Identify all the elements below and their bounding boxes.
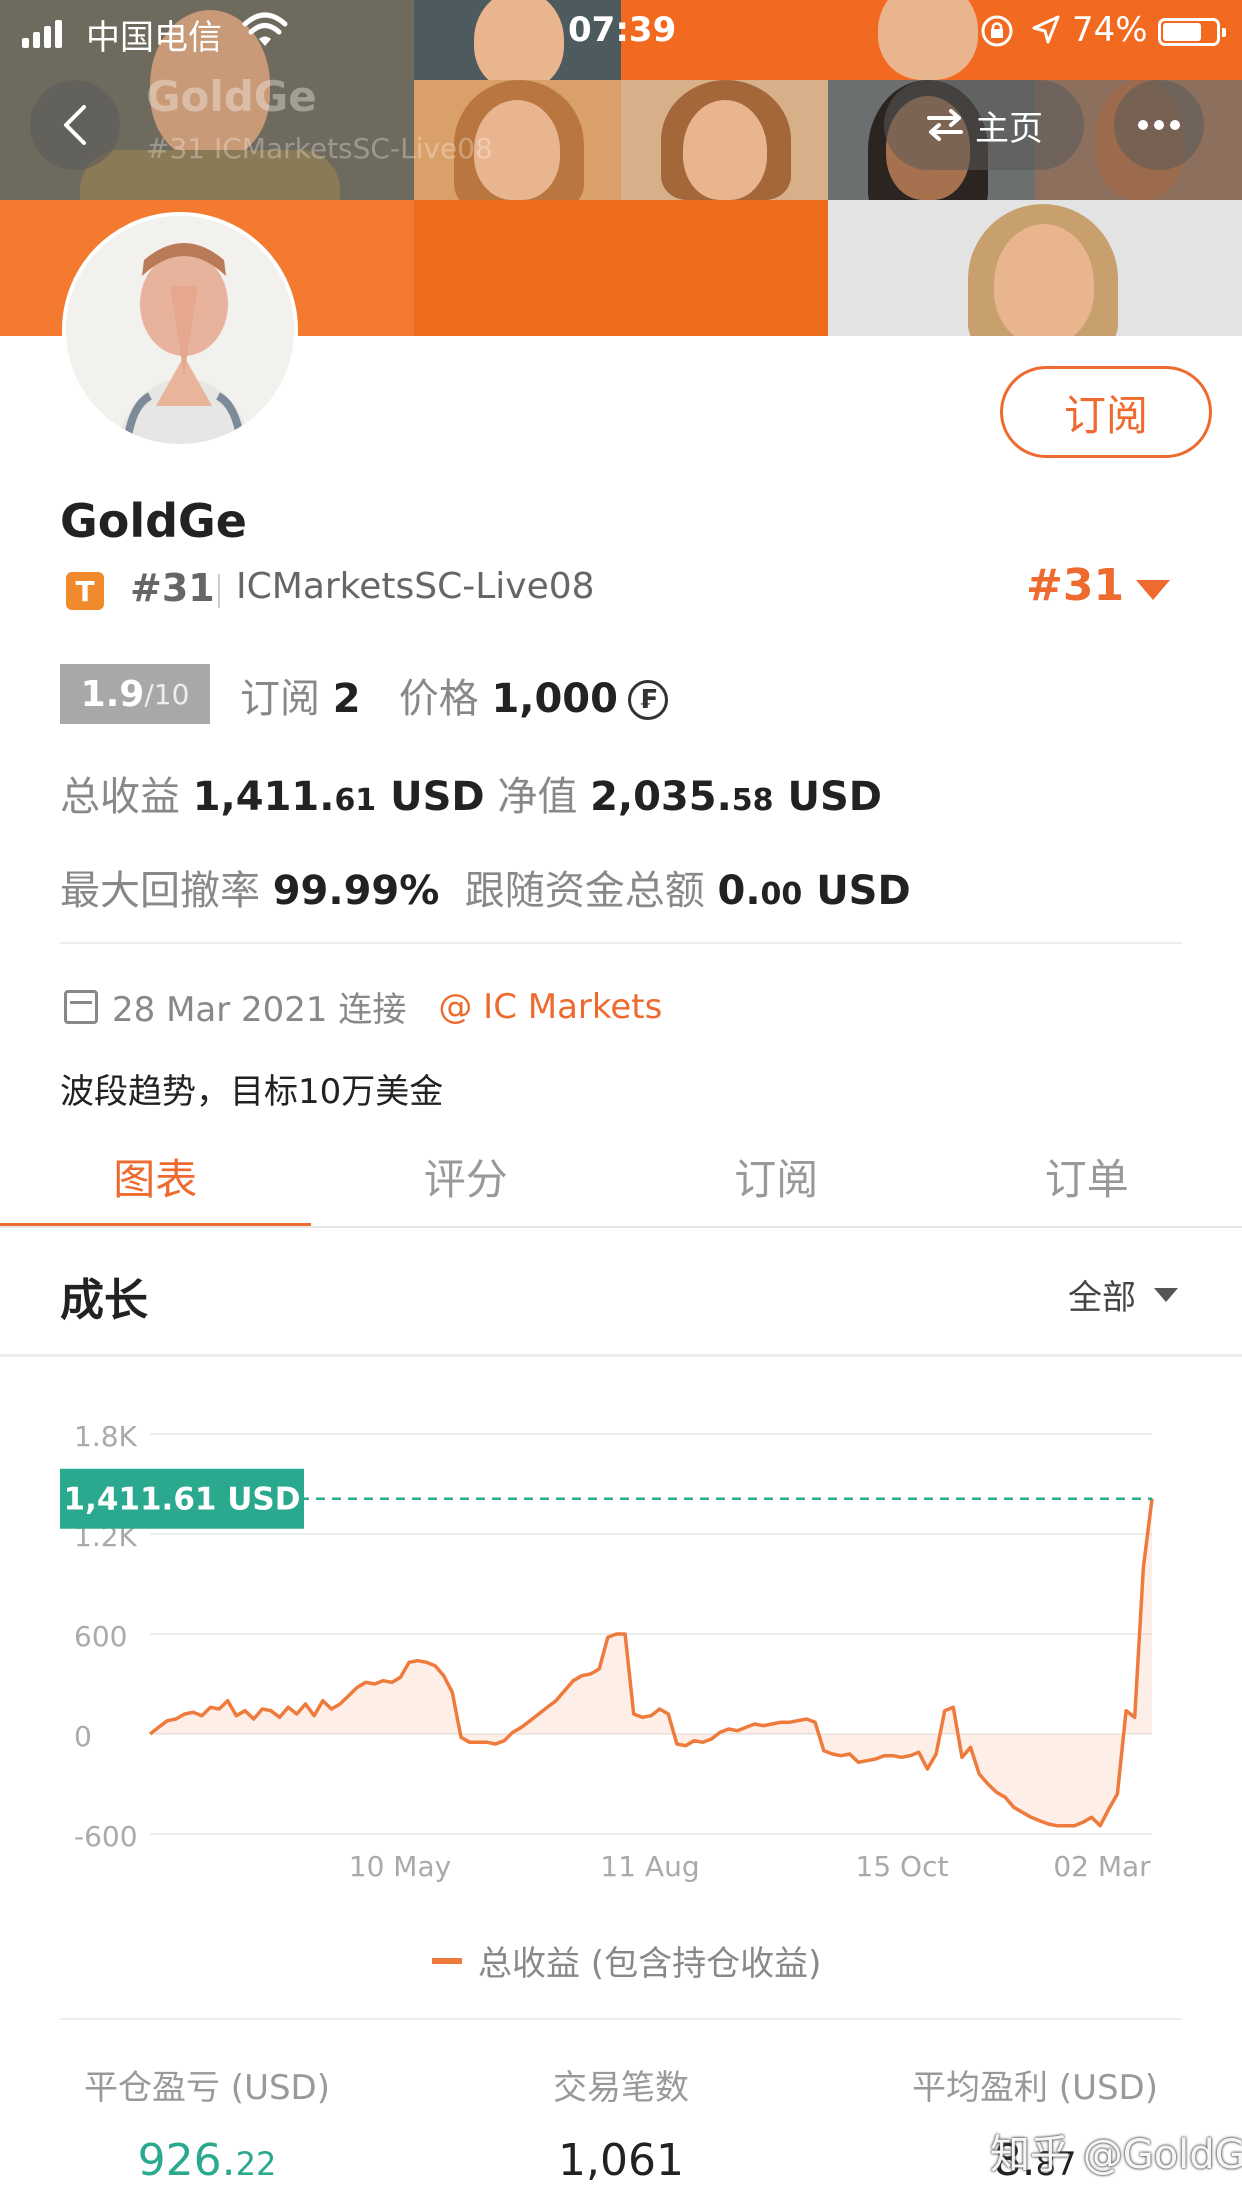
y-tick-label: 600 [74,1620,127,1653]
total-profit-unit: USD [390,774,485,820]
score-value: 1.9 [80,673,145,715]
divider [60,942,1182,944]
caret-down-icon [1154,1287,1178,1302]
server-name: ICMarketsSC-Live08 [236,566,595,607]
header-ghost-subtitle: #31 ICMarketsSC-Live08 [146,132,493,165]
y-tick-label: 0 [74,1720,92,1753]
equity-unit: USD [787,774,882,820]
drawdown-follow-row: 最大回撤率 99.99% 跟随资金总额 0.00 USD [60,858,911,916]
growth-title: 成长 [60,1275,148,1326]
closed-pnl-stat: 平仓盈亏 (USD) 926.22 [0,2060,414,2186]
battery-icon [1158,18,1226,46]
home-button[interactable]: 主页 [884,80,1084,170]
divider [0,1354,1242,1357]
battery-percent: 74% [1072,10,1148,50]
more-icon [1138,120,1180,130]
current-value-label: 1,411.61 USD [64,1482,301,1518]
range-selector[interactable]: 全部 [1068,1270,1178,1319]
drawdown-value: 99.99% [272,868,440,914]
x-tick-label: 10 May [349,1850,451,1883]
divider [218,574,220,608]
chart-legend: 总收益 (包含持仓收益) [432,1936,821,1985]
banner-pattern [414,200,828,336]
caret-down-icon[interactable] [1136,580,1170,600]
price-value: 1,000 [491,676,618,722]
growth-chart[interactable]: 1.8K1.2K6000-60010 May 11 Aug 15 Oct 02 Mar… [0,1360,1242,1920]
rank-dropdown[interactable]: #31 [1026,560,1124,611]
stat-value-int: 1,061 [558,2135,684,2186]
x-tick-label: 11 Aug [600,1850,699,1883]
range-selector-label: 全部 [1068,1278,1136,1318]
drawdown-label: 最大回撤率 [60,868,260,914]
total-profit-dec: 61 [334,783,377,818]
subscribers-count: 2 [332,676,361,722]
subscribe-button[interactable]: 订阅 [1000,366,1212,458]
follow-funds-int: 0. [717,868,761,914]
subscription-price-row: 订阅 2 价格 1,000 ₣ [240,666,668,724]
x-tick-label: 02 Mar [1053,1850,1151,1883]
header-ghost-title: GoldGe [146,72,317,121]
follow-funds-dec: 00 [760,877,803,912]
joined-row: 28 Mar 2021 连接 @ IC Markets [64,982,662,1031]
rotation-lock-icon [980,14,1014,57]
trade-count-stat: 交易笔数 1,061 [414,2060,828,2186]
tab-orders[interactable]: 订单 [932,1124,1242,1228]
equity-int: 2,035. [590,774,732,820]
series-area [150,1498,1152,1826]
tab-subscriptions[interactable]: 订阅 [621,1124,932,1228]
divider [0,1226,1242,1228]
trader-bio: 波段趋势，目标10万美金 [60,1072,444,1112]
x-tick-label: 15 Oct [856,1850,949,1883]
score-denominator: /10 [144,677,190,711]
status-bar: 中国电信 07:39 74% [0,0,1242,62]
chevron-left-icon [64,105,86,145]
carrier-label: 中国电信 [86,18,222,58]
home-button-label: 主页 [975,108,1043,149]
stat-value: 1,061 [414,2135,828,2186]
account-type-badge: T [66,572,104,610]
calendar-icon [64,989,98,1024]
stat-value-dec: 22 [235,2145,277,2183]
status-time: 07:39 [568,10,677,50]
total-profit-int: 1,411. [192,774,335,820]
divider [60,2018,1182,2020]
avatar[interactable] [62,212,298,448]
follow-funds-label: 跟随资金总额 [464,868,705,914]
avatar-photo [66,216,294,444]
stat-value: 926.22 [0,2135,414,2186]
coin-icon: ₣ [627,680,668,720]
stat-value-int: 926. [137,2135,236,2186]
subscribers-label: 订阅 [240,676,320,722]
banner-photo [828,200,1242,336]
stat-label: 平均盈利 (USD) [912,2068,1158,2108]
y-tick-label: -600 [74,1820,138,1853]
location-icon [1030,14,1062,55]
equity-label: 净值 [497,774,578,820]
more-button[interactable] [1114,80,1204,170]
tab-chart[interactable]: 图表 [0,1124,311,1228]
signal-icon [22,20,62,48]
follow-funds-unit: USD [816,868,911,914]
price-label: 价格 [398,676,479,722]
wifi-icon [242,12,288,57]
score-badge: 1.9/10 [60,664,210,724]
equity-dec: 58 [731,783,774,818]
back-button[interactable] [30,80,120,170]
swap-icon [927,109,963,141]
zhihu-watermark: 知乎 @GoldGe [990,2132,1242,2178]
broker-link[interactable]: @ IC Markets [438,987,662,1027]
stat-label: 交易笔数 [553,2068,689,2108]
trader-name: GoldGe [60,494,248,548]
profit-equity-row: 总收益 1,411.61 USD 净值 2,035.58 USD [60,764,882,822]
legend-label: 总收益 (包含持仓收益) [478,1944,822,1984]
y-tick-label: 1.8K [74,1420,138,1453]
total-profit-label: 总收益 [60,774,180,820]
tab-rating[interactable]: 评分 [311,1124,622,1228]
tab-bar: 图表 评分 订阅 订单 [0,1124,1242,1228]
joined-date: 28 Mar 2021 连接 [112,990,407,1030]
stat-label: 平仓盈亏 (USD) [84,2068,330,2108]
rank-label: #31 [130,566,215,610]
legend-swatch [432,1957,462,1964]
